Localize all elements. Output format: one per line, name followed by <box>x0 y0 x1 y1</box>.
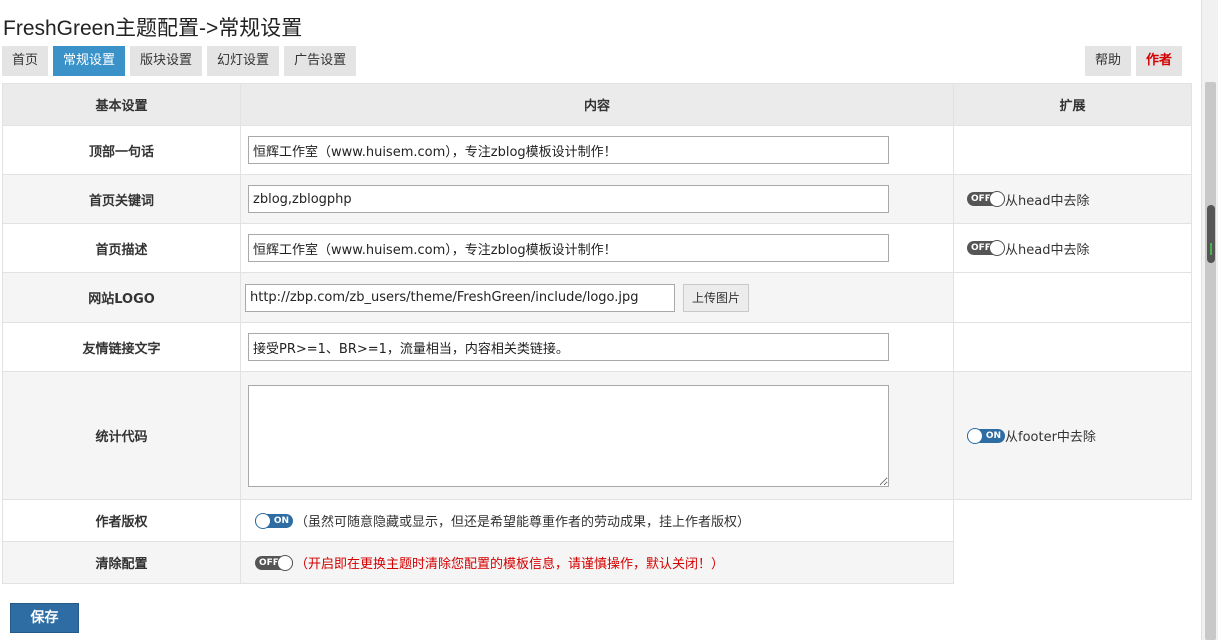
scrollbar-thumb[interactable] <box>1205 82 1216 640</box>
settings-table: 基本设置 内容 扩展 顶部一句话 首页关键词 OFF从head中去除 首页描述 … <box>2 83 1192 584</box>
save-button[interactable]: 保存 <box>10 603 79 633</box>
header-content: 内容 <box>240 83 954 126</box>
scroll-indicator-icon <box>1207 205 1215 263</box>
vertical-scrollbar[interactable] <box>1201 0 1218 640</box>
tab-ad-settings[interactable]: 广告设置 <box>284 46 357 76</box>
tab-general-settings[interactable]: 常规设置 <box>53 46 126 76</box>
header-extension: 扩展 <box>953 83 1192 126</box>
stats-footer-toggle[interactable]: ON <box>967 427 1005 444</box>
row-label-top-sentence: 顶部一句话 <box>2 125 241 175</box>
tab-slide-settings[interactable]: 幻灯设置 <box>207 46 280 76</box>
description-input[interactable] <box>248 234 889 262</box>
row-label-description: 首页描述 <box>2 223 241 273</box>
keywords-head-toggle[interactable]: OFF <box>967 191 1005 207</box>
keywords-ext-label: 从head中去除 <box>1005 193 1090 209</box>
description-ext-label: 从head中去除 <box>1005 242 1090 258</box>
clear-config-note: （开启即在更换主题时清除您配置的模板信息，请谨慎操作，默认关闭！） <box>295 557 725 572</box>
tab-author[interactable]: 作者 <box>1136 46 1183 76</box>
friend-link-input[interactable] <box>248 333 889 361</box>
description-head-toggle[interactable]: OFF <box>967 240 1005 256</box>
tab-section-settings[interactable]: 版块设置 <box>130 46 203 76</box>
row-label-friend-link: 友情链接文字 <box>2 322 241 372</box>
tab-bar: 首页 常规设置 版块设置 幻灯设置 广告设置 <box>2 46 357 76</box>
copyright-note: （虽然可随意隐藏或显示，但还是希望能尊重作者的劳动成果，挂上作者版权） <box>295 515 751 530</box>
table-row: 网站LOGO 上传图片 <box>2 272 1192 323</box>
logo-url-input[interactable] <box>245 283 675 312</box>
table-row: 友情链接文字 <box>2 322 1192 372</box>
table-row: 统计代码 ON 从footer中去除 <box>2 371 1192 500</box>
table-row: 首页关键词 OFF从head中去除 <box>2 174 1192 224</box>
stats-code-textarea[interactable] <box>248 384 889 487</box>
keywords-input[interactable] <box>248 185 889 213</box>
row-label-copyright: 作者版权 <box>2 499 241 542</box>
row-label-keywords: 首页关键词 <box>2 174 241 224</box>
header-setting: 基本设置 <box>2 83 241 126</box>
top-sentence-input[interactable] <box>248 136 889 164</box>
tab-help[interactable]: 帮助 <box>1085 46 1132 76</box>
table-row: 作者版权 ON （虽然可随意隐藏或显示，但还是希望能尊重作者的劳动成果，挂上作者版… <box>2 499 1192 584</box>
page-title: FreshGreen主题配置->常规设置 <box>3 17 303 40</box>
clear-config-toggle[interactable]: OFF <box>255 554 293 571</box>
tab-home[interactable]: 首页 <box>2 46 49 76</box>
row-label-logo: 网站LOGO <box>2 272 241 323</box>
stats-ext-label: 从footer中去除 <box>1005 430 1096 445</box>
table-row: 首页描述 OFF从head中去除 <box>2 223 1192 273</box>
table-row: 顶部一句话 <box>2 125 1192 175</box>
row-label-stats: 统计代码 <box>2 371 241 500</box>
row-label-clear: 清除配置 <box>2 541 241 584</box>
copyright-toggle[interactable]: ON <box>255 512 293 529</box>
tab-bar-right: 帮助 作者 <box>1085 46 1183 76</box>
upload-image-button[interactable]: 上传图片 <box>683 283 750 312</box>
